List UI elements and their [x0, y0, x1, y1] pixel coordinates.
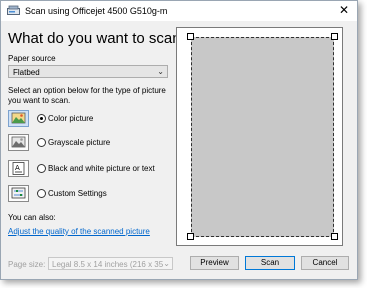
grayscale-picture-radio[interactable] — [37, 138, 46, 147]
cancel-button[interactable]: Cancel — [301, 256, 349, 270]
scanner-app-icon — [7, 5, 20, 15]
grayscale-picture-label[interactable]: Grayscale picture — [48, 138, 110, 147]
page-size-label: Page size: — [8, 260, 46, 269]
chevron-down-icon: ⌄ — [163, 259, 170, 268]
color-picture-radio[interactable] — [37, 114, 46, 123]
grayscale-picture-icon[interactable] — [8, 134, 29, 151]
page-size-value: Legal 8.5 x 14 inches (216 x 356 — [52, 260, 168, 269]
paper-source-value: Flatbed — [13, 68, 40, 77]
black-white-text-icon[interactable]: A — [8, 160, 29, 177]
instruction-text: Select an option below for the type of p… — [8, 86, 166, 105]
close-icon[interactable]: ✕ — [339, 3, 349, 17]
svg-text:A: A — [15, 164, 20, 172]
custom-settings-icon[interactable] — [8, 185, 29, 202]
color-picture-icon[interactable] — [8, 110, 29, 127]
crop-handle-top-right[interactable] — [331, 33, 338, 40]
paper-source-label: Paper source — [8, 54, 56, 63]
crop-handle-bottom-right[interactable] — [331, 233, 338, 240]
custom-settings-radio[interactable] — [37, 189, 46, 198]
you-can-also-label: You can also: — [8, 213, 56, 222]
preview-button[interactable]: Preview — [190, 256, 239, 270]
chevron-down-icon: ⌄ — [157, 67, 164, 76]
color-picture-label[interactable]: Color picture — [48, 114, 93, 123]
scan-region[interactable] — [191, 37, 334, 237]
window-title: Scan using Officejet 4500 G510g-m — [25, 6, 168, 16]
page-title: What do you want to scan? — [8, 30, 189, 47]
black-white-label[interactable]: Black and white picture or text — [48, 164, 155, 173]
page-size-dropdown[interactable]: Legal 8.5 x 14 inches (216 x 356 ⌄ — [48, 257, 173, 270]
black-white-radio[interactable] — [37, 164, 46, 173]
crop-handle-top-left[interactable] — [187, 33, 194, 40]
title-bar: Scan using Officejet 4500 G510g-m ✕ — [1, 1, 357, 21]
crop-handle-bottom-left[interactable] — [187, 233, 194, 240]
custom-settings-label[interactable]: Custom Settings — [48, 189, 107, 198]
scan-button[interactable]: Scan — [245, 256, 295, 270]
adjust-quality-link[interactable]: Adjust the quality of the scanned pictur… — [8, 227, 150, 236]
paper-source-dropdown[interactable]: Flatbed ⌄ — [8, 65, 168, 78]
